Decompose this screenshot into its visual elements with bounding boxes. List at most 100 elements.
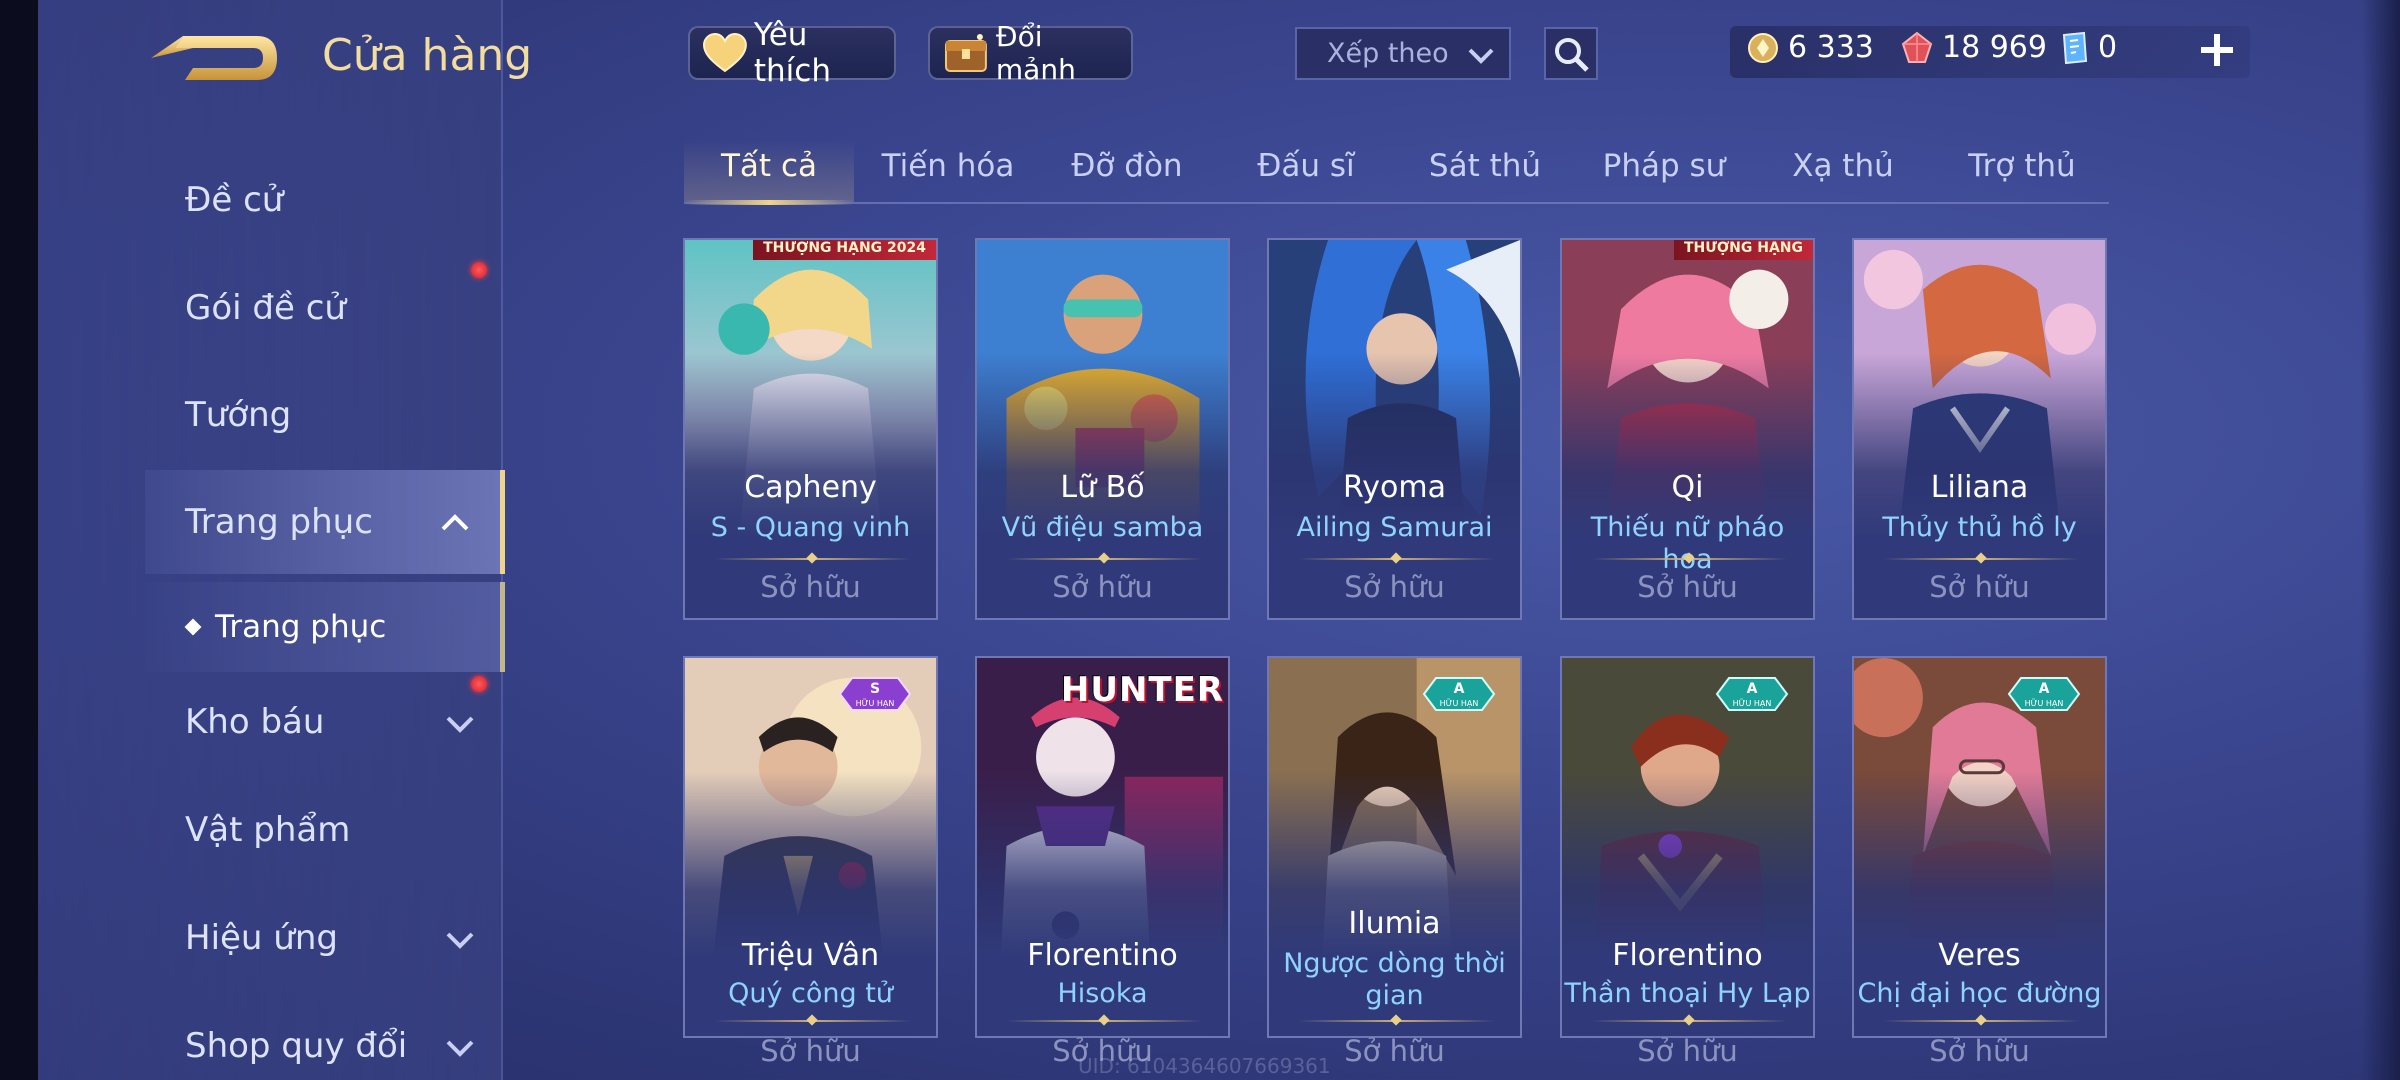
category-tabs: Tất cả Tiến hóa Đỡ đòn Đấu sĩ Sát thủ Ph… [684, 140, 2109, 205]
tab-all[interactable]: Tất cả [684, 148, 854, 184]
heart-icon [702, 33, 747, 73]
chevron-down-icon [446, 716, 474, 733]
search-button[interactable] [1544, 27, 1598, 80]
page-title: Cửa hàng [322, 30, 533, 81]
notification-dot [471, 262, 487, 278]
sidebar-subitem-skins[interactable]: Trang phục [145, 582, 505, 672]
tab-tank[interactable]: Đỡ đòn [1042, 148, 1212, 184]
tier-sub: HỮU HẠN [1733, 697, 1772, 709]
ruby-gem-icon [1901, 31, 1933, 63]
tab-fighter[interactable]: Đấu sĩ [1221, 148, 1391, 184]
sidebar-subitem-label: Trang phục [215, 609, 387, 645]
sort-dropdown-value: Xếp theo [1327, 38, 1449, 69]
owned-status: Sở hữu [760, 1034, 861, 1068]
favorites-label: Yêu thích [753, 17, 831, 89]
sidebar-item-recommended[interactable]: Đề cử [145, 148, 505, 252]
tier-badge: A HỮU HẠN [1713, 674, 1791, 714]
sidebar-item-treasure[interactable]: Kho báu [145, 670, 505, 774]
screen-edge-right [2362, 0, 2400, 1080]
hero-name: Florentino [1027, 938, 1178, 973]
tier-badge: S HỮU HẠN [836, 674, 914, 714]
skin-name: Thần thoại Hy Lạp [1564, 978, 1811, 1009]
sidebar-item-label: Hiệu ứng [185, 918, 338, 958]
tab-assassin[interactable]: Sát thủ [1400, 148, 1570, 184]
premium-badge: THƯỢNG HẠNG 2024 [753, 240, 936, 260]
hunter-logo: HUNTER [1060, 670, 1224, 710]
owned-status: Sở hữu [1344, 570, 1445, 604]
exchange-shards-label: Đổi mảnh [995, 20, 1076, 86]
owned-status: Sở hữu [1637, 570, 1738, 604]
tier-badge: A HỮU HẠN [1420, 674, 1498, 714]
sidebar-item-exchange-shop[interactable]: Shop quy đổi [145, 994, 505, 1080]
hero-name: Qi [1671, 470, 1704, 505]
tab-marksman[interactable]: Xạ thủ [1758, 148, 1928, 184]
skin-name: Hisoka [1057, 978, 1148, 1009]
back-button[interactable] [145, 28, 285, 88]
voucher-currency: 0 [2058, 30, 2117, 65]
hero-name: Ilumia [1348, 906, 1441, 941]
owned-status: Sở hữu [1929, 570, 2030, 604]
skin-name: Vũ điệu samba [1001, 512, 1204, 543]
hero-name: Ryoma [1343, 470, 1446, 505]
sidebar-item-heroes[interactable]: Tướng [145, 363, 505, 467]
diamond-bullet-icon [184, 618, 202, 636]
sidebar-item-label: Vật phẩm [185, 810, 351, 850]
favorites-button[interactable]: Yêu thích [688, 17, 896, 89]
tier-letter: A [1454, 681, 1465, 697]
tab-evolution[interactable]: Tiến hóa [863, 148, 1033, 184]
skin-name: Thiếu nữ pháo hoa [1590, 512, 1785, 575]
gold-currency: 6 333 [1746, 30, 1874, 65]
exchange-shards-button[interactable]: Đổi mảnh [928, 20, 1133, 86]
owned-status: Sở hữu [760, 570, 861, 604]
owned-status: Sở hữu [1929, 1034, 2030, 1068]
hero-name: Triệu Vân [741, 938, 880, 973]
skin-card[interactable]: Liliana Thủy thủ hồ ly Sở hữu [1852, 238, 2107, 620]
chevron-up-icon [441, 514, 469, 531]
sidebar-item-effects[interactable]: Hiệu ứng [145, 886, 505, 990]
tab-mage[interactable]: Pháp sư [1579, 148, 1749, 184]
gold-amount: 6 333 [1788, 30, 1874, 65]
skin-card[interactable]: S HỮU HẠN Triệu Vân Quý công tử [683, 656, 938, 1038]
tier-sub: HỮU HẠN [2025, 697, 2064, 709]
premium-badge: THƯỢNG HẠNG [1673, 240, 1813, 260]
skin-card[interactable]: Ryoma Ailing Samurai Sở hữu [1267, 238, 1522, 620]
skin-card[interactable]: HUNTER Florentino Hisoka [975, 656, 1230, 1038]
tier-a-badge-icon: A HỮU HẠN [2007, 677, 2081, 711]
skin-name: Thủy thủ hồ ly [1882, 512, 2077, 543]
ruby-currency: 18 969 [1900, 30, 2047, 65]
sidebar-item-label: Kho báu [185, 702, 325, 742]
hero-name: Liliana [1930, 470, 2029, 505]
gold-coin-icon [1748, 32, 1778, 63]
tier-letter: A [1747, 681, 1758, 697]
notification-dot [471, 676, 487, 692]
sidebar-item-items[interactable]: Vật phẩm [145, 778, 505, 882]
skin-card[interactable]: THƯỢNG HẠNG 2024 Capheny S - Quang vinh … [683, 238, 938, 620]
owned-status: Sở hữu [1637, 1034, 1738, 1068]
skin-card[interactable]: A HỮU HẠN Veres Chị đại học đường [1852, 656, 2107, 1038]
sort-dropdown[interactable]: Xếp theo [1295, 27, 1511, 80]
tier-a-badge-icon: A HỮU HẠN [1715, 677, 1789, 711]
active-tab-underline [684, 200, 854, 205]
voucher-amount: 0 [2098, 30, 2118, 65]
sidebar-item-skins[interactable]: Trang phục [145, 470, 505, 574]
skin-name: Chị đại học đường [1857, 978, 2102, 1009]
uid-watermark: UID: 6104364607669361 [1078, 1054, 1331, 1078]
sidebar-item-label: Shop quy đổi [185, 1026, 408, 1066]
treasure-chest-icon [944, 34, 987, 72]
sidebar-item-label: Trang phục [185, 502, 373, 542]
skin-card[interactable]: A HỮU HẠN Florentino Thần thoại Hy Lạp [1560, 656, 1815, 1038]
sidebar-item-recommended-bundles[interactable]: Gói đề cử [145, 256, 505, 360]
chevron-down-icon [1468, 48, 1494, 64]
tier-letter: S [870, 681, 880, 697]
tier-sub: HỮU HẠN [856, 697, 895, 709]
skin-card[interactable]: A HỮU HẠN Ilumia Ngược dòng thời gian [1267, 656, 1522, 1038]
tab-support[interactable]: Trợ thủ [1937, 148, 2107, 184]
skin-name: Ngược dòng thời [1283, 948, 1506, 979]
sidebar-item-label: Gói đề cử [185, 288, 346, 328]
screen-bezel-left [0, 0, 38, 1080]
tier-badge: A HỮU HẠN [2005, 674, 2083, 714]
add-currency-button[interactable] [2195, 28, 2239, 72]
skin-card[interactable]: Lữ Bố Vũ điệu samba Sở hữu [975, 238, 1230, 620]
voucher-icon [2062, 31, 2088, 64]
skin-card[interactable]: THƯỢNG HẠNG Qi Thiếu nữ pháo hoa Sở hữu [1560, 238, 1815, 620]
